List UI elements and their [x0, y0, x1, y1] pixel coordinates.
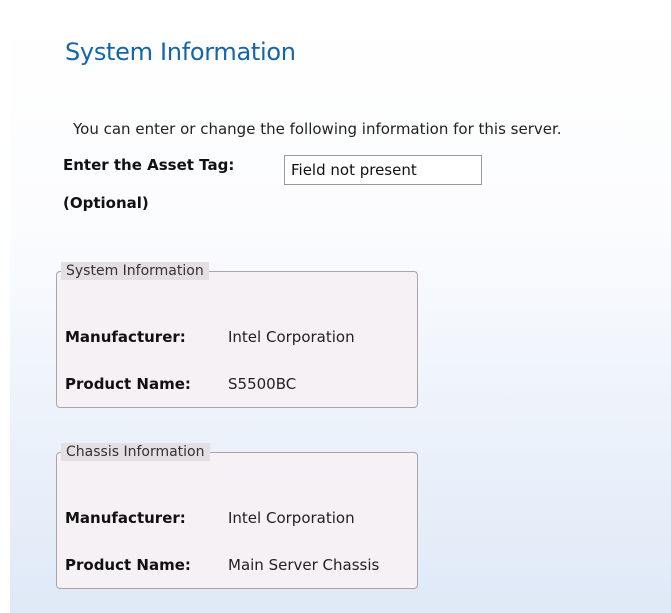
system-product-name-value: S5500BC — [228, 375, 297, 393]
intro-text: You can enter or change the following in… — [73, 120, 562, 138]
chassis-information-legend: Chassis Information — [61, 443, 210, 461]
page-title: System Information — [65, 38, 296, 66]
chassis-manufacturer-value: Intel Corporation — [228, 509, 355, 527]
chassis-product-name-label: Product Name: — [65, 556, 191, 574]
system-information-group: System Information Manufacturer: Intel C… — [56, 262, 418, 408]
system-product-name-label: Product Name: — [65, 375, 191, 393]
asset-tag-label: Enter the Asset Tag: — [63, 156, 235, 174]
system-information-legend: System Information — [61, 262, 209, 280]
asset-tag-optional-label: (Optional) — [63, 194, 149, 212]
chassis-product-name-value: Main Server Chassis — [228, 556, 380, 574]
chassis-information-group: Chassis Information Manufacturer: Intel … — [56, 443, 418, 589]
system-manufacturer-value: Intel Corporation — [228, 328, 355, 346]
system-manufacturer-label: Manufacturer: — [65, 328, 186, 346]
chassis-manufacturer-label: Manufacturer: — [65, 509, 186, 527]
asset-tag-input[interactable] — [284, 155, 482, 185]
